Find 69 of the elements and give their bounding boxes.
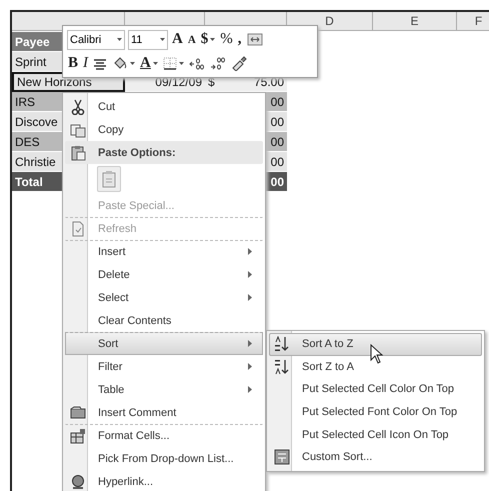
menu-item[interactable]: Filter bbox=[65, 355, 263, 378]
amount-text: 00 bbox=[270, 94, 284, 108]
menu-item[interactable]: Custom Sort... bbox=[269, 446, 482, 469]
submenu-arrow-icon bbox=[248, 386, 252, 393]
pointer-icon bbox=[370, 344, 384, 364]
clipboard-icon bbox=[70, 144, 86, 160]
format-painter-button[interactable] bbox=[230, 54, 248, 74]
menu-item[interactable]: Put Selected Cell Color On Top bbox=[269, 378, 482, 401]
menu-item[interactable]: Select bbox=[65, 286, 263, 309]
amount-text: 00 bbox=[270, 114, 284, 128]
menu-item[interactable]: Put Selected Font Color On Top bbox=[269, 400, 482, 424]
dropdown-arrow-icon[interactable] bbox=[117, 38, 122, 41]
amount-text: 75.00 bbox=[254, 74, 284, 88]
custom-sort-icon bbox=[274, 449, 290, 466]
menu-item[interactable]: Delete bbox=[65, 263, 263, 286]
menu-item[interactable]: Table bbox=[65, 378, 263, 401]
paint-bucket-icon bbox=[112, 56, 128, 71]
menu-item[interactable]: Insert Comment bbox=[65, 401, 263, 424]
font-name-text: Calibri bbox=[70, 34, 102, 46]
dropdown-arrow-icon bbox=[210, 38, 216, 41]
dropdown-arrow-icon bbox=[178, 62, 184, 65]
format-cells-icon bbox=[70, 428, 86, 444]
amount-text: 00 bbox=[270, 154, 284, 168]
increase-decimal-icon bbox=[188, 56, 205, 71]
amount-text: 00 bbox=[270, 134, 284, 148]
menu-item[interactable]: Sort Z to A bbox=[269, 356, 482, 378]
italic-button[interactable]: I bbox=[82, 54, 90, 74]
borders-icon bbox=[162, 56, 177, 71]
bold-button[interactable]: B bbox=[67, 54, 80, 74]
document-icon bbox=[70, 220, 86, 236]
menu-item[interactable]: Pick From Drop-down List... bbox=[65, 447, 263, 470]
submenu-arrow-icon bbox=[248, 363, 252, 370]
merge-cells-icon bbox=[246, 32, 263, 47]
percent-button[interactable]: % bbox=[219, 30, 234, 50]
currency-button[interactable]: $ bbox=[200, 30, 216, 50]
globe-icon bbox=[70, 474, 86, 490]
menu-item[interactable]: Clear Contents bbox=[65, 309, 263, 332]
paintbrush-icon bbox=[230, 56, 247, 71]
menu-item[interactable]: Hyperlink... bbox=[65, 470, 263, 491]
dropdown-arrow-icon bbox=[152, 62, 158, 65]
currency-symbol: $ bbox=[208, 74, 215, 88]
sort-ascending-icon bbox=[274, 336, 290, 352]
shrink-font-button[interactable]: A bbox=[186, 30, 197, 50]
font-size-text: 11 bbox=[131, 34, 142, 46]
copy-icon bbox=[70, 122, 86, 138]
menu-item[interactable]: Format Cells... bbox=[65, 424, 263, 447]
comma-style-button[interactable]: , bbox=[236, 30, 243, 50]
sort-descending-icon bbox=[274, 358, 290, 375]
scissors-icon bbox=[70, 98, 86, 114]
menu-item[interactable]: Put Selected Cell Icon On Top bbox=[269, 423, 482, 446]
column-header[interactable]: F bbox=[457, 12, 489, 30]
menu-item[interactable]: Sort A to Z bbox=[269, 333, 482, 356]
font-name-field[interactable]: Calibri bbox=[67, 30, 125, 50]
amount-text: 00 bbox=[270, 174, 284, 188]
submenu-arrow-icon bbox=[248, 271, 252, 278]
font-size-field[interactable]: 11 bbox=[128, 30, 168, 50]
clipboard-icon bbox=[101, 170, 117, 188]
menu-item[interactable]: Sort bbox=[65, 332, 263, 355]
decrease-decimal-icon bbox=[210, 56, 226, 71]
dropdown-arrow-icon[interactable] bbox=[160, 38, 165, 41]
menu-item[interactable]: Insert bbox=[65, 240, 263, 263]
font-color-button[interactable]: A bbox=[139, 54, 159, 74]
submenu-arrow-icon bbox=[248, 248, 252, 255]
submenu-arrow-icon bbox=[248, 340, 252, 347]
dropdown-arrow-icon bbox=[130, 62, 136, 65]
submenu-arrow-icon bbox=[248, 294, 252, 301]
grow-font-button[interactable]: A bbox=[171, 30, 184, 50]
align-center-icon bbox=[93, 56, 108, 70]
column-header[interactable]: E bbox=[373, 12, 457, 30]
